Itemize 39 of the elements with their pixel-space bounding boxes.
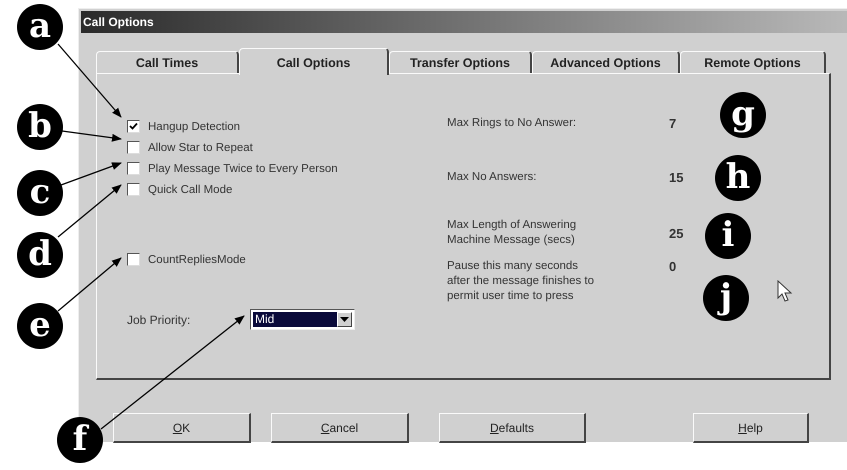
callout-marker: a (17, 4, 63, 50)
checkbox-label: Play Message Twice to Every Person (148, 162, 338, 174)
callout-arrow (62, 130, 122, 142)
callout-marker: b (17, 104, 63, 150)
callout-marker: c (17, 170, 63, 216)
dialog-button[interactable]: OK (113, 413, 251, 443)
setting-value: 25 (669, 226, 684, 241)
setting-label: Pause this many seconds after the message finishes to permit user time to press (447, 259, 596, 304)
tab[interactable]: Transfer Options (389, 51, 532, 73)
setting-label: Max Rings to No Answer: (447, 116, 578, 131)
job-priority-label: Job Priority: (127, 312, 192, 326)
checkbox-label: CountRepliesMode (148, 254, 246, 266)
checkbox[interactable] (127, 253, 140, 266)
tab[interactable]: Advanced Options (532, 51, 680, 73)
callout-arrow (58, 257, 122, 312)
callout-marker: e (17, 303, 63, 349)
tab[interactable]: Remote Options (680, 51, 826, 73)
checkbox[interactable] (127, 162, 140, 175)
callout-marker: d (17, 232, 63, 278)
checkbox-label: Allow Star to Repeat (148, 142, 253, 154)
dialog-button[interactable]: Cancel (271, 413, 409, 443)
setting-label: Max Length of Answering Machine Message (secs) (447, 218, 578, 248)
tab[interactable]: Call Times (96, 51, 239, 73)
checkbox[interactable] (127, 141, 140, 154)
job-priority-dropdown[interactable]: Mid (250, 309, 355, 330)
checkbox[interactable] (127, 183, 140, 196)
callout-marker: f (57, 417, 103, 463)
mouse-pointer-icon (777, 280, 793, 302)
checkbox-label: Quick Call Mode (148, 184, 232, 196)
setting-value: 0 (669, 259, 676, 274)
tab[interactable]: Call Options (239, 48, 389, 75)
checkbox-label: Hangup Detection (148, 120, 240, 132)
dialog-button[interactable]: Defaults (439, 413, 586, 443)
setting-value: 15 (669, 170, 684, 185)
setting-value: 7 (669, 116, 676, 131)
dialog-button[interactable]: Help (693, 413, 809, 443)
window-title: Call Options (83, 15, 154, 29)
checkbox[interactable] (127, 120, 140, 133)
setting-label: Max No Answers: (447, 170, 538, 185)
